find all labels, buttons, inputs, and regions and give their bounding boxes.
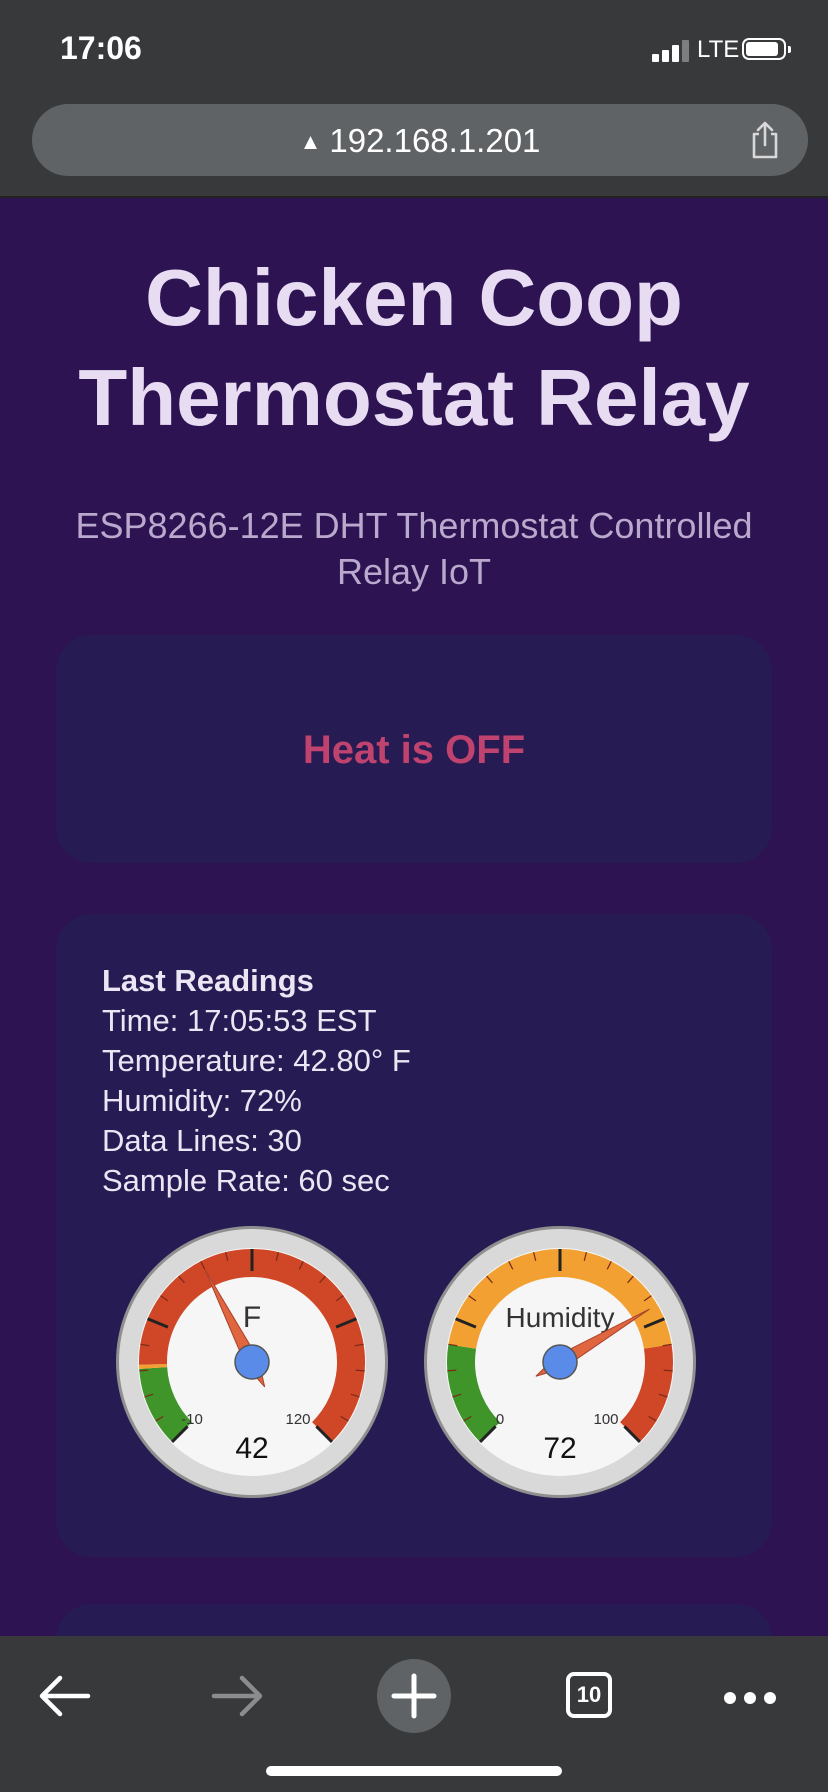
- tab-count: 10: [566, 1672, 612, 1718]
- gauge-min-label: -10: [181, 1411, 203, 1428]
- reading-time: Time: 17:05:53 EST: [102, 1003, 377, 1038]
- status-time: 17:06: [60, 30, 142, 66]
- gauge-tick: [663, 1369, 673, 1372]
- reading-temperature: Temperature: 42.80° F: [102, 1043, 411, 1078]
- gauge-tick: [447, 1369, 457, 1372]
- gauge-title: Humidity: [506, 1302, 615, 1333]
- forward-arrow-icon[interactable]: [198, 1656, 278, 1736]
- tabs-icon[interactable]: 10: [548, 1656, 628, 1736]
- gauge-max-label: 120: [285, 1411, 310, 1428]
- new-tab-plus-icon[interactable]: [374, 1656, 454, 1736]
- warning-triangle-icon: ▲: [299, 129, 322, 154]
- browser-top-bar: ▲ 192.168.1.201: [0, 100, 828, 198]
- gauge-value-label: 42: [235, 1432, 268, 1465]
- gauge-value-label: 72: [543, 1432, 576, 1465]
- next-card: [56, 1604, 772, 1636]
- page-title: Chicken Coop Thermostat Relay: [78, 253, 750, 442]
- gauge-max-label: 100: [593, 1411, 618, 1428]
- heat-status-text: Heat is OFF: [302, 728, 526, 772]
- reading-sample-rate: Sample Rate: 60 sec: [102, 1163, 390, 1198]
- readings-list: Last Readings Time: 17:05:53 EST Tempera…: [102, 961, 411, 1201]
- temperature-gauge: F -10 120 42: [116, 1226, 388, 1498]
- home-indicator: [266, 1766, 562, 1776]
- signal-bars-icon: [652, 38, 692, 62]
- gauge-title: F: [243, 1301, 261, 1334]
- back-arrow-icon[interactable]: [24, 1656, 104, 1736]
- readings-heading: Last Readings: [102, 963, 314, 998]
- gauge-needle-hub: [542, 1344, 578, 1380]
- status-bar: 17:06 LTE: [0, 0, 828, 100]
- browser-toolbar: 10: [0, 1636, 828, 1792]
- gauge-tick: [355, 1369, 365, 1372]
- humidity-gauge: Humidity 0 100 72: [424, 1226, 696, 1498]
- battery-icon: [742, 38, 791, 60]
- network-type: LTE: [697, 36, 740, 63]
- url-text: 192.168.1.201: [329, 122, 541, 159]
- gauge-tick: [139, 1369, 149, 1372]
- gauge-needle-hub: [234, 1344, 270, 1380]
- heat-status-card: Heat is OFF: [56, 635, 772, 863]
- page-content: Chicken Coop Thermostat Relay ESP8266-12…: [0, 198, 828, 1636]
- more-dots-icon[interactable]: [710, 1656, 790, 1736]
- address-bar[interactable]: ▲ 192.168.1.201: [32, 104, 808, 176]
- reading-humidity: Humidity: 72%: [102, 1083, 302, 1118]
- readings-card: Last Readings Time: 17:05:53 EST Tempera…: [56, 914, 772, 1557]
- reading-data-lines: Data Lines: 30: [102, 1123, 302, 1158]
- gauge-min-label: 0: [496, 1411, 504, 1428]
- share-icon[interactable]: [748, 120, 782, 160]
- page-subtitle: ESP8266-12E DHT Thermostat Controlled Re…: [75, 505, 753, 592]
